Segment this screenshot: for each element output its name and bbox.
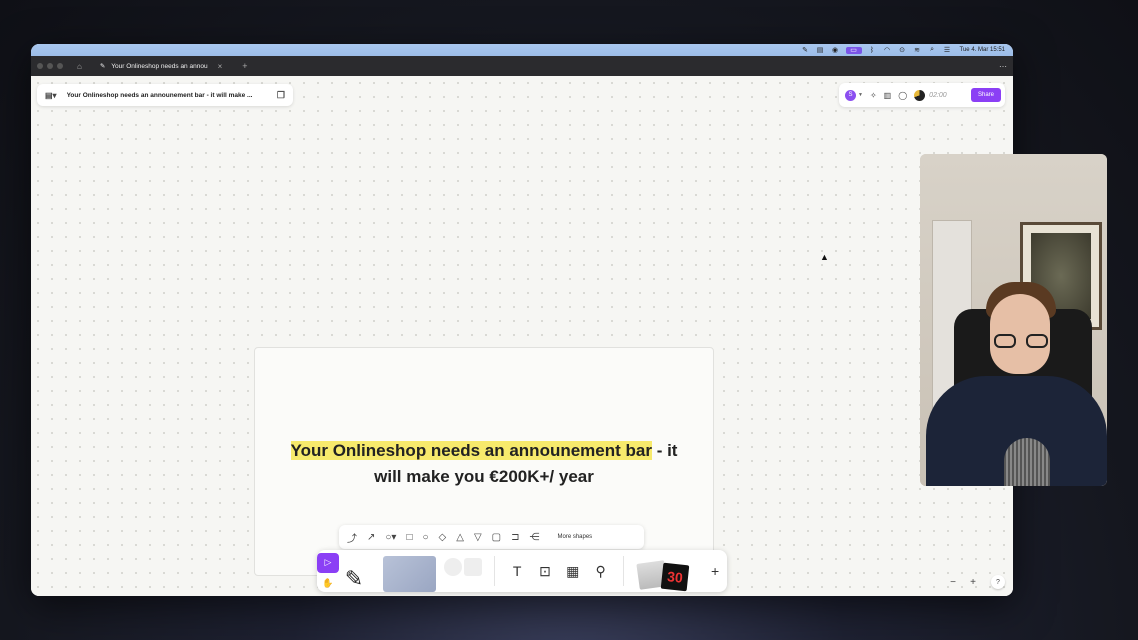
share-button[interactable]: Share <box>970 88 1001 102</box>
zoom-controls: − + <box>943 574 983 590</box>
bluetooth-icon[interactable]: ᛒ <box>868 47 877 54</box>
comment-icon[interactable]: ◯ <box>898 91 907 100</box>
frame-tool-icon[interactable]: ⊡ <box>531 563 559 580</box>
zoom-in-button[interactable]: + <box>970 577 976 588</box>
tab-favicon-icon: ✎ <box>99 63 106 70</box>
pen-tool[interactable]: ✎ <box>339 550 369 592</box>
mouse-cursor-icon: ▲ <box>820 252 829 262</box>
layout-icon[interactable]: ▥ <box>884 91 892 100</box>
square-shape-icon[interactable]: □ <box>406 532 412 543</box>
avatar[interactable]: S <box>845 89 856 101</box>
rounded-rect-shape-icon[interactable]: ▢ <box>492 532 501 543</box>
diamond-shape-icon[interactable]: ◇ <box>439 532 447 543</box>
tab-title: Your Onlineshop needs an annou <box>111 62 208 70</box>
board-title-panel: ▤▾ Your Onlineshop needs an announement … <box>37 84 293 106</box>
fill-color-icon[interactable]: ○▾ <box>385 532 396 543</box>
screen-share-icon[interactable]: ▭ <box>845 46 862 54</box>
control-center-icon[interactable]: ☰ <box>943 47 952 54</box>
zoom-out-button[interactable]: − <box>950 577 956 588</box>
script-icon[interactable]: ✎ <box>801 47 810 54</box>
zoom-window-button[interactable] <box>57 63 63 69</box>
tab-close-icon[interactable]: × <box>218 62 223 71</box>
copy-icon[interactable]: ❐ <box>277 90 285 101</box>
hand-tool-button[interactable]: ✋ <box>322 578 333 589</box>
shapes-tool[interactable] <box>442 550 486 592</box>
divider <box>622 556 624 586</box>
help-button[interactable]: ? <box>991 575 1005 589</box>
whiteboard-canvas[interactable]: ▤▾ Your Onlineshop needs an announement … <box>31 76 1013 596</box>
wifi-icon[interactable]: ≋ <box>913 47 922 54</box>
text-tool-button[interactable]: T <box>503 563 531 579</box>
select-tool-button[interactable]: ▷ <box>317 552 339 573</box>
collaboration-panel: S ▼ ✧ ▥ ◯ 02:00 Share <box>839 83 1005 107</box>
heading-line2: will make you €200K+/ year <box>374 467 594 486</box>
magic-icon[interactable]: ✧ <box>870 91 877 100</box>
heading-rest: - it <box>651 441 678 460</box>
timer-value[interactable]: 02:00 <box>929 92 947 99</box>
pointer-tools: ▷ ✋ <box>317 550 339 592</box>
shapes-bar: ⤴ ↗ ○▾ □ ○ ◇ △ ▽ ▢ ⊐ ⋲ More shapes <box>339 525 644 549</box>
table-tool-icon[interactable]: ▦ <box>559 563 587 580</box>
sticker-number: 30 <box>660 562 689 592</box>
frame-heading[interactable]: Your Onlineshop needs an announement bar… <box>255 438 713 490</box>
stickers-tool[interactable]: 30 <box>635 550 698 592</box>
stamp-tool-icon[interactable]: ⚲ <box>587 563 615 580</box>
macos-menubar: ✎ ▤ ◉ ▭ ᛒ ◠ ⊙ ≋ ⌕ ☰ Tue 4. Mar 15:51 <box>31 44 1013 56</box>
browser-tabbar: ⌂ ✎ Your Onlineshop needs an annou × + ⋯ <box>31 56 1013 76</box>
board-title[interactable]: Your Onlineshop needs an announement bar… <box>67 92 277 99</box>
browser-tab[interactable]: ✎ Your Onlineshop needs an annou × <box>94 59 228 73</box>
divider <box>494 556 496 586</box>
new-tab-button[interactable]: + <box>242 61 247 71</box>
arrow-icon[interactable]: ↗ <box>367 532 375 543</box>
connector-icon[interactable]: ⤴ <box>347 530 357 545</box>
microphone <box>1004 438 1050 486</box>
menubar-clock: Tue 4. Mar 15:51 <box>959 47 1005 53</box>
add-tool-button[interactable]: + <box>703 563 727 579</box>
tag-shape-icon[interactable]: ⊐ <box>511 532 519 543</box>
browser-window: ✎ ▤ ◉ ▭ ᛒ ◠ ⊙ ≋ ⌕ ☰ Tue 4. Mar 15:51 ⌂ ✎… <box>31 44 1013 596</box>
board-menu-icon[interactable]: ▤▾ <box>45 91 57 100</box>
chevron-down-icon[interactable]: ▼ <box>858 92 863 98</box>
headphones-icon[interactable]: ◠ <box>883 47 892 54</box>
check-icon[interactable]: ◉ <box>831 47 840 54</box>
record-icon[interactable]: ⊙ <box>898 47 907 54</box>
search-icon[interactable]: ⌕ <box>928 46 937 54</box>
window-controls <box>37 63 63 69</box>
highlighted-text: Your Onlineshop needs an announement bar <box>290 441 652 460</box>
triangle-shape-icon[interactable]: △ <box>456 532 464 543</box>
more-icon[interactable]: ⋯ <box>999 62 1007 71</box>
timer-icon[interactable] <box>914 89 926 101</box>
minimize-window-button[interactable] <box>47 63 53 69</box>
notes-icon[interactable]: ▤ <box>816 47 825 54</box>
close-window-button[interactable] <box>37 63 43 69</box>
mindmap-icon[interactable]: ⋲ <box>530 532 540 543</box>
more-shapes-button[interactable]: More shapes <box>558 534 593 540</box>
sticky-note-tool[interactable] <box>382 556 437 592</box>
home-icon[interactable]: ⌂ <box>77 62 82 71</box>
inverted-triangle-shape-icon[interactable]: ▽ <box>474 532 482 543</box>
circle-shape-icon[interactable]: ○ <box>423 532 429 543</box>
webcam-overlay <box>920 154 1107 486</box>
main-toolbar: ▷ ✋ ✎ T ⊡ ▦ ⚲ 30 + <box>317 550 727 592</box>
